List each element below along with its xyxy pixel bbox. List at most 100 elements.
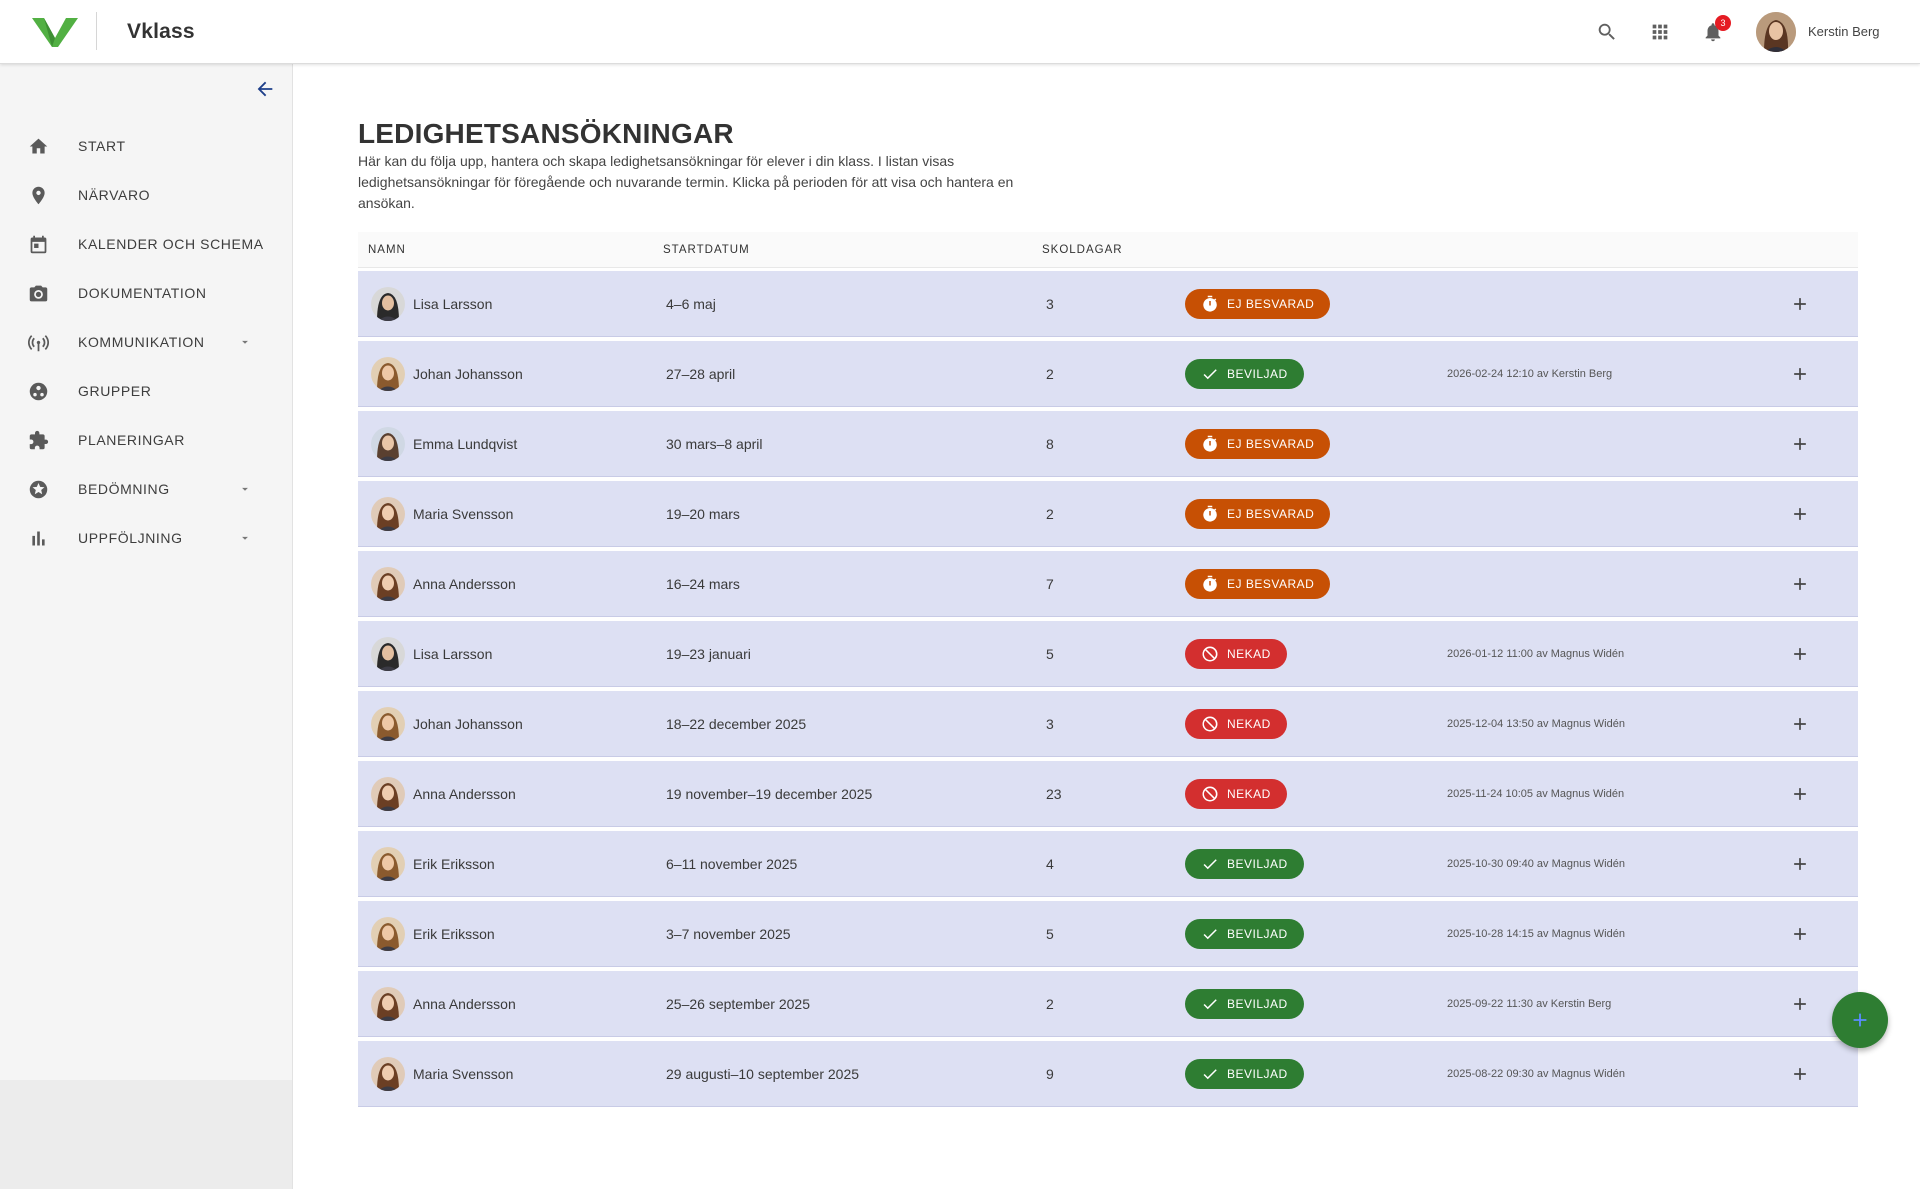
expand-plus-icon[interactable]: [1788, 712, 1812, 736]
expand-plus-icon[interactable]: [1788, 642, 1812, 666]
status-label: EJ BESVARAD: [1227, 297, 1315, 311]
leave-period[interactable]: 3–7 november 2025: [666, 926, 791, 942]
sidebar-item-grupper[interactable]: GRUPPER: [0, 369, 293, 413]
chevron-down-icon[interactable]: [238, 482, 252, 496]
block-icon: [1202, 786, 1218, 802]
school-days-count: 5: [1046, 646, 1054, 662]
leave-period[interactable]: 30 mars–8 april: [666, 436, 763, 452]
notifications-bell-icon[interactable]: 3: [1701, 15, 1731, 44]
expand-plus-icon[interactable]: [1788, 992, 1812, 1016]
page-title: LEDIGHETSANSÖKNINGAR: [358, 118, 734, 149]
vklass-logo-icon[interactable]: [32, 16, 78, 48]
student-avatar: [371, 357, 405, 391]
block-icon: [1202, 716, 1218, 732]
home-icon: [27, 135, 49, 157]
table-row[interactable]: Anna Andersson 16–24 mars 7 EJ BESVARAD: [358, 551, 1858, 617]
leave-period[interactable]: 19 november–19 december 2025: [666, 786, 872, 802]
collapse-sidebar-arrow-icon[interactable]: [254, 78, 278, 102]
chevron-down-icon[interactable]: [238, 531, 252, 545]
table-row[interactable]: Johan Johansson 27–28 april 2 BEVILJAD 2026-…: [358, 341, 1858, 407]
table-row[interactable]: Emma Lundqvist 30 mars–8 april 8 EJ BESVARA…: [358, 411, 1858, 477]
sidebar-item-bedomning[interactable]: BEDÖMNING: [0, 467, 293, 511]
status-badge: BEVILJAD: [1185, 919, 1304, 949]
status-label: EJ BESVARAD: [1227, 437, 1315, 451]
table-row[interactable]: Lisa Larsson 4–6 maj 3 EJ BESVARAD: [358, 271, 1858, 337]
decision-info: 2025-09-22 11:30 av Kerstin Berg: [1447, 998, 1612, 1010]
leave-period[interactable]: 25–26 september 2025: [666, 996, 810, 1012]
status-badge: NEKAD: [1185, 709, 1287, 739]
school-days-count: 9: [1046, 1066, 1054, 1082]
search-icon[interactable]: [1595, 20, 1619, 44]
expand-plus-icon[interactable]: [1788, 292, 1812, 316]
sidebar-item-planeringar[interactable]: PLANERINGAR: [0, 418, 293, 462]
apps-grid-icon[interactable]: [1648, 20, 1672, 44]
leave-period[interactable]: 6–11 november 2025: [666, 856, 797, 872]
sidebar-footer: [0, 1080, 293, 1189]
student-name: Erik Eriksson: [413, 856, 495, 872]
stopwatch-icon: [1203, 575, 1217, 592]
top-bar: Vklass 3 Kerstin Berg: [0, 0, 1920, 64]
brand-name[interactable]: Vklass: [127, 20, 195, 44]
add-leave-request-button[interactable]: [1832, 992, 1888, 1048]
status-label: BEVILJAD: [1227, 997, 1288, 1011]
table-row[interactable]: Lisa Larsson 19–23 januari 5 NEKAD 2026-01-1…: [358, 621, 1858, 687]
leave-period[interactable]: 27–28 april: [666, 366, 735, 382]
student-name: Lisa Larsson: [413, 296, 493, 312]
expand-plus-icon[interactable]: [1788, 432, 1812, 456]
school-days-count: 2: [1046, 506, 1054, 522]
school-days-count: 2: [1046, 996, 1054, 1012]
sidebar-item-label: START: [78, 138, 126, 154]
leave-period[interactable]: 16–24 mars: [666, 576, 740, 592]
expand-plus-icon[interactable]: [1788, 1062, 1812, 1086]
status-label: NEKAD: [1227, 647, 1271, 661]
table-row[interactable]: Anna Andersson 19 november–19 december 20…: [358, 761, 1858, 827]
leave-period[interactable]: 29 augusti–10 september 2025: [666, 1066, 859, 1082]
student-name: Johan Johansson: [413, 366, 523, 382]
school-days-count: 3: [1046, 716, 1054, 732]
chevron-down-icon[interactable]: [238, 335, 252, 349]
sidebar-item-dokumentation[interactable]: DOKUMENTATION: [0, 271, 293, 315]
expand-plus-icon[interactable]: [1788, 852, 1812, 876]
expand-plus-icon[interactable]: [1788, 782, 1812, 806]
sidebar-item-start[interactable]: START: [0, 124, 293, 168]
sidebar-item-label: BEDÖMNING: [78, 481, 170, 497]
leave-period[interactable]: 18–22 december 2025: [666, 716, 806, 732]
bar-chart-icon: [27, 527, 49, 549]
status-badge: BEVILJAD: [1185, 359, 1304, 389]
table-row[interactable]: Johan Johansson 18–22 december 2025 3 NEKAD…: [358, 691, 1858, 757]
leave-period[interactable]: 19–23 januari: [666, 646, 751, 662]
column-header-name[interactable]: NAMN: [368, 244, 406, 256]
decision-info: 2025-10-28 14:15 av Magnus Widén: [1447, 928, 1625, 940]
status-badge: BEVILJAD: [1185, 849, 1304, 879]
table-row[interactable]: Maria Svensson 29 augusti–10 september 20…: [358, 1041, 1858, 1107]
leave-period[interactable]: 19–20 mars: [666, 506, 740, 522]
user-avatar[interactable]: [1756, 12, 1796, 52]
broadcast-icon: [27, 331, 49, 353]
table-row[interactable]: Erik Eriksson 6–11 november 2025 4 BEVILJAD…: [358, 831, 1858, 897]
expand-plus-icon[interactable]: [1788, 572, 1812, 596]
student-avatar: [371, 287, 405, 321]
leave-period[interactable]: 4–6 maj: [666, 296, 716, 312]
table-row[interactable]: Erik Eriksson 3–7 november 2025 5 BEVILJAD 2…: [358, 901, 1858, 967]
expand-plus-icon[interactable]: [1788, 362, 1812, 386]
stopwatch-icon: [1203, 435, 1217, 452]
status-badge: BEVILJAD: [1185, 989, 1304, 1019]
table-row[interactable]: Anna Andersson 25–26 september 2025 2 BEVIL…: [358, 971, 1858, 1037]
sidebar-item-label: UPPFÖLJNING: [78, 530, 183, 546]
user-name[interactable]: Kerstin Berg: [1808, 24, 1880, 39]
sidebar-item-uppfoljning[interactable]: UPPFÖLJNING: [0, 516, 293, 560]
status-badge: NEKAD: [1185, 639, 1287, 669]
column-header-startdate[interactable]: STARTDATUM: [663, 244, 750, 256]
column-header-schooldays[interactable]: SKOLDAGAR: [1042, 244, 1123, 256]
sidebar-item-kalender-och-schema[interactable]: KALENDER OCH SCHEMA: [0, 222, 293, 266]
groups-icon: [27, 380, 49, 402]
status-label: BEVILJAD: [1227, 367, 1288, 381]
sidebar-item-kommunikation[interactable]: KOMMUNIKATION: [0, 320, 293, 364]
sidebar-item-narvaro[interactable]: NÄRVARO: [0, 173, 293, 217]
table-row[interactable]: Maria Svensson 19–20 mars 2 EJ BESVARAD: [358, 481, 1858, 547]
checkmark-icon: [1203, 999, 1217, 1010]
school-days-count: 7: [1046, 576, 1054, 592]
expand-plus-icon[interactable]: [1788, 502, 1812, 526]
sidebar-item-label: KALENDER OCH SCHEMA: [78, 236, 264, 252]
expand-plus-icon[interactable]: [1788, 922, 1812, 946]
